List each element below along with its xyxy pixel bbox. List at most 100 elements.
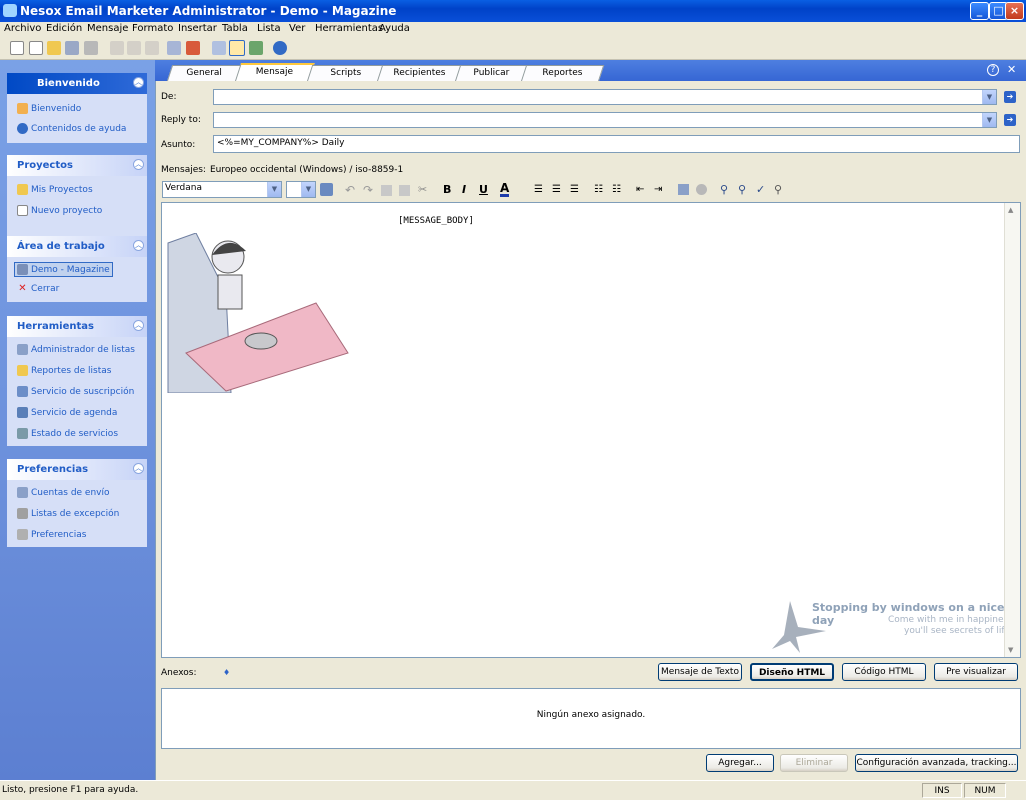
sidebar-item-agenda[interactable]: Servicio de agenda — [17, 407, 117, 418]
collapse-icon[interactable]: ︿ — [133, 77, 144, 88]
sidebar-item-cerrar[interactable]: ✕ Cerrar — [17, 283, 59, 294]
chevron-down-icon[interactable]: ▼ — [267, 182, 281, 197]
bold-icon[interactable]: B — [443, 183, 451, 196]
pre-visualizar-button[interactable]: Pre visualizar — [934, 663, 1018, 681]
menu-ayuda[interactable]: Ayuda — [379, 23, 410, 34]
sidebar-item-preferencias[interactable]: Preferencias — [17, 529, 86, 540]
undo-icon[interactable]: ↶ — [345, 183, 355, 197]
zoom-icon[interactable]: ⚲ — [774, 183, 782, 196]
stop-icon[interactable] — [186, 41, 200, 55]
italic-icon[interactable]: I — [462, 183, 466, 196]
tab-scripts[interactable]: Scripts — [307, 65, 385, 81]
vertical-scrollbar[interactable]: ▲ ▼ — [1004, 203, 1020, 657]
save-icon[interactable] — [65, 41, 79, 55]
paste-icon[interactable] — [399, 185, 410, 196]
tab-general[interactable]: General — [167, 65, 243, 81]
configuracion-avanzada-button[interactable]: Configuración avanzada, tracking... — [855, 754, 1018, 772]
attachments-list[interactable]: Ningún anexo asignado. — [161, 688, 1021, 749]
reply-to-field[interactable]: ▼ — [213, 112, 997, 128]
menu-edicion[interactable]: Edición — [46, 23, 82, 34]
find-icon[interactable]: ⚲ — [720, 183, 728, 196]
chevron-down-icon[interactable]: ▼ — [982, 113, 996, 127]
collapse-icon[interactable]: ︿ — [133, 320, 144, 331]
reply-to-go-icon[interactable]: ➔ — [1004, 114, 1016, 126]
tree-icon[interactable] — [212, 41, 226, 55]
align-center-icon[interactable]: ☰ — [552, 184, 561, 195]
sidebar-item-cuentas-envio[interactable]: Cuentas de envío — [17, 487, 110, 498]
layout-icon[interactable] — [229, 40, 245, 56]
scroll-up-icon[interactable]: ▲ — [1008, 206, 1013, 214]
menu-archivo[interactable]: Archivo — [4, 23, 41, 34]
collapse-icon[interactable]: ︿ — [133, 463, 144, 474]
paste-icon[interactable] — [145, 41, 159, 55]
eliminar-button[interactable]: Eliminar — [780, 754, 848, 772]
preview-icon[interactable] — [249, 41, 263, 55]
chevron-down-icon[interactable]: ▼ — [982, 90, 996, 104]
font-size-select[interactable]: ▼ — [286, 181, 316, 198]
sidebar-item-administrador-listas[interactable]: Administrador de listas — [17, 344, 135, 355]
spellcheck-icon[interactable]: ✓ — [756, 183, 765, 196]
mensaje-de-texto-button[interactable]: Mensaje de Texto — [658, 663, 742, 681]
font-color-icon[interactable]: A — [500, 182, 510, 197]
group-header[interactable]: Bienvenido — [7, 73, 147, 94]
cut-icon[interactable]: ✂ — [418, 183, 427, 196]
sidebar-item-suscripcion[interactable]: Servicio de suscripción — [17, 386, 134, 397]
help-icon[interactable]: ? — [987, 64, 999, 76]
close-panel-icon[interactable]: ✕ — [1007, 63, 1016, 76]
sidebar-item-bienvenido[interactable]: Bienvenido — [17, 103, 81, 114]
image-icon[interactable] — [678, 184, 689, 195]
minimize-button[interactable]: _ — [970, 2, 989, 20]
underline-icon[interactable]: U — [479, 183, 488, 196]
tab-mensaje[interactable]: Mensaje — [235, 63, 315, 81]
de-field[interactable]: ▼ — [213, 89, 997, 105]
tab-publicar[interactable]: Publicar — [455, 65, 529, 81]
outdent-icon[interactable]: ⇤ — [636, 184, 644, 195]
align-right-icon[interactable]: ☰ — [570, 184, 579, 195]
menu-herramientas[interactable]: Herramientas — [315, 23, 383, 34]
message-editor[interactable]: [MESSAGE_BODY] Stopping by windows on a … — [161, 202, 1021, 658]
diseno-html-button[interactable]: Diseño HTML — [750, 663, 834, 681]
replace-icon[interactable]: ⚲ — [738, 183, 746, 196]
new-document-icon[interactable] — [29, 41, 43, 55]
collapse-icon[interactable]: ︿ — [133, 240, 144, 251]
group-header[interactable]: Herramientas — [7, 316, 147, 337]
tab-recipientes[interactable]: Recipientes — [377, 65, 463, 81]
collapse-icon[interactable]: ︿ — [133, 159, 144, 170]
menu-formato[interactable]: Formato — [132, 23, 173, 34]
sidebar-item-mis-proyectos[interactable]: Mis Proyectos — [17, 184, 93, 195]
copy-icon[interactable] — [381, 185, 392, 196]
redo-icon[interactable]: ↷ — [363, 183, 373, 197]
de-go-icon[interactable]: ➔ — [1004, 91, 1016, 103]
agregar-button[interactable]: Agregar... — [706, 754, 774, 772]
numbered-list-icon[interactable]: ☷ — [594, 184, 603, 195]
group-header[interactable]: Área de trabajo — [7, 236, 147, 257]
menu-insertar[interactable]: Insertar — [178, 23, 217, 34]
copy-icon[interactable] — [127, 41, 141, 55]
codigo-html-button[interactable]: Código HTML — [842, 663, 926, 681]
menu-tabla[interactable]: Tabla — [222, 23, 248, 34]
link-icon[interactable] — [696, 184, 707, 195]
sidebar-item-nuevo-proyecto[interactable]: Nuevo proyecto — [17, 205, 102, 216]
cut-icon[interactable] — [110, 41, 124, 55]
group-header[interactable]: Preferencias — [7, 459, 147, 480]
sidebar-item-reportes-listas[interactable]: Reportes de listas — [17, 365, 111, 376]
sidebar-item-listas-excepcion[interactable]: Listas de excepción — [17, 508, 119, 519]
tab-reportes[interactable]: Reportes — [521, 65, 605, 81]
menu-lista[interactable]: Lista — [257, 23, 281, 34]
menu-ver[interactable]: Ver — [289, 23, 305, 34]
attach-gem-icon[interactable]: ♦ — [223, 668, 230, 677]
menu-mensaje[interactable]: Mensaje — [87, 23, 128, 34]
chevron-down-icon[interactable]: ▼ — [301, 182, 315, 197]
font-select[interactable]: Verdana ▼ — [162, 181, 282, 198]
align-left-icon[interactable]: ☰ — [534, 184, 543, 195]
sidebar-item-estado-servicios[interactable]: Estado de servicios — [17, 428, 118, 439]
close-button[interactable]: × — [1005, 2, 1024, 20]
send-icon[interactable] — [167, 41, 181, 55]
open-folder-icon[interactable] — [47, 41, 61, 55]
help-icon[interactable] — [273, 41, 287, 55]
encoding-value[interactable]: Europeo occidental (Windows) / iso-8859-… — [210, 165, 403, 175]
group-header[interactable]: Proyectos — [7, 155, 147, 176]
bullet-list-icon[interactable]: ☷ — [612, 184, 621, 195]
sidebar-item-demo-magazine[interactable]: Demo - Magazine — [14, 262, 113, 277]
asunto-field[interactable]: <%=MY_COMPANY%> Daily — [213, 135, 1020, 153]
